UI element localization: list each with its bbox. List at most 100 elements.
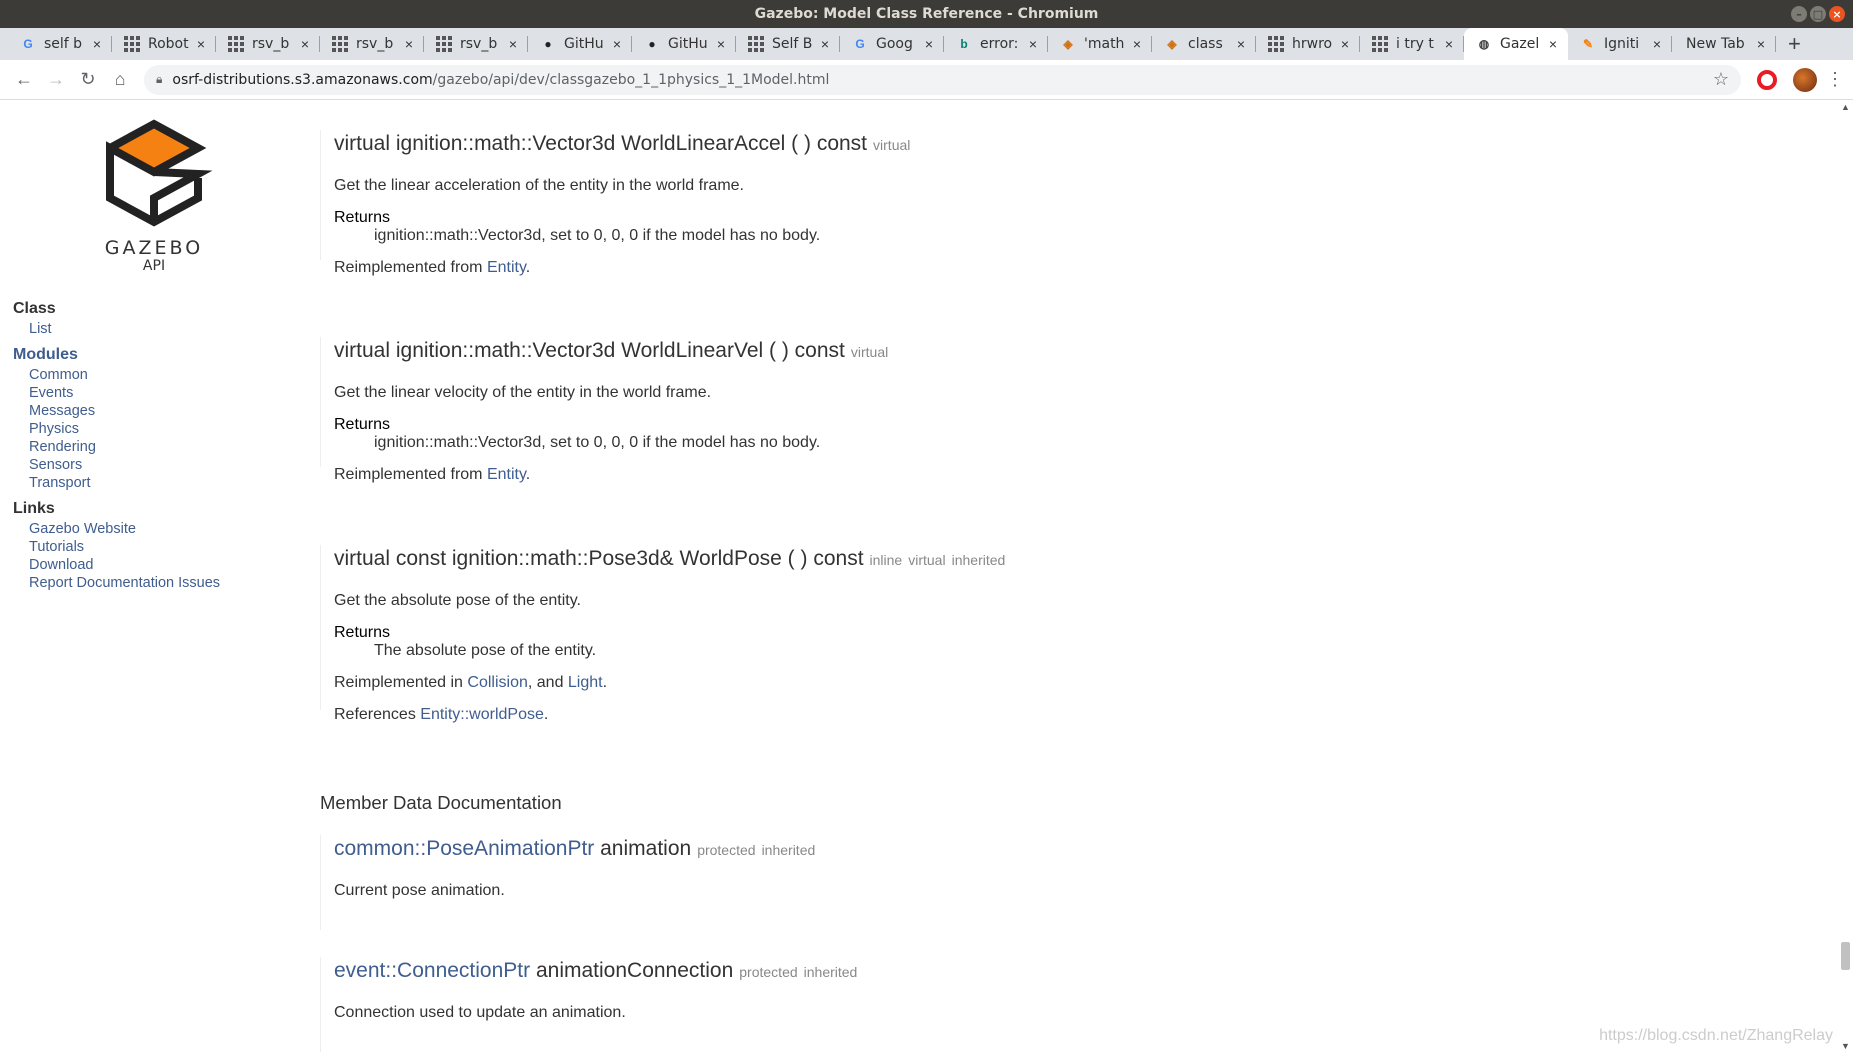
references: References Entity::worldPose. [334, 706, 549, 723]
sidebar-module-link-2[interactable]: Messages [29, 402, 220, 420]
sidebar-module-link-4[interactable]: Rendering [29, 438, 220, 456]
tab[interactable]: ◈ class × [1152, 28, 1256, 60]
tab[interactable]: ◍ Gazel × [1464, 28, 1568, 60]
modules-heading[interactable]: Modules [13, 344, 220, 366]
gazebo-logo[interactable]: GAZEBO API [94, 116, 214, 273]
sidebar-module-link-5[interactable]: Sensors [29, 456, 220, 474]
tab-close-icon[interactable]: × [818, 36, 832, 52]
member-tag: inline [869, 552, 903, 568]
google-translate-icon: G [855, 37, 865, 51]
tab-close-icon[interactable]: × [610, 36, 624, 52]
member-function-block: virtual ignition::math::Vector3d WorldLi… [320, 337, 1720, 483]
tab-label: Igniti [1604, 36, 1640, 52]
back-icon[interactable]: ← [8, 64, 40, 96]
maximize-icon[interactable]: □ [1810, 6, 1826, 22]
browser-toolbar: ← → ↻ ⌂ 🔒︎ osrf-distributions.s3.amazona… [0, 60, 1853, 100]
tab-close-icon[interactable]: × [506, 36, 520, 52]
close-icon[interactable]: × [1829, 6, 1845, 22]
tab[interactable]: Gself b × [8, 28, 112, 60]
member-tag: inherited [761, 842, 816, 858]
forward-icon[interactable]: → [40, 64, 72, 96]
entity-worldpose-link[interactable]: Entity::worldPose [420, 706, 544, 723]
member-description: Get the linear acceleration of the entit… [334, 177, 744, 194]
tab-label: rsv_b [356, 36, 394, 52]
tab[interactable]: b error: × [944, 28, 1048, 60]
tab-close-icon[interactable]: × [402, 36, 416, 52]
scroll-down-icon[interactable]: ▼ [1841, 1041, 1850, 1051]
reimplemented-in: Reimplemented in Collision, and Light. [334, 674, 608, 691]
home-icon[interactable]: ⌂ [104, 64, 136, 96]
entity-link[interactable]: Entity [487, 466, 526, 483]
pose-animation-ptr-link[interactable]: common::PoseAnimationPtr [334, 837, 594, 860]
class-heading: Class [13, 300, 56, 317]
new-tab-icon[interactable]: + [1776, 28, 1813, 60]
sidebar-module-link-3[interactable]: Physics [29, 420, 220, 438]
member-tag: virtual [873, 137, 911, 153]
profile-avatar[interactable] [1793, 67, 1817, 92]
tab[interactable]: rsv_b × [424, 28, 528, 60]
tab[interactable]: G Goog × [840, 28, 944, 60]
entity-link[interactable]: Entity [487, 259, 526, 276]
tab-label: Goog [876, 36, 913, 52]
tab-label: i try t [1396, 36, 1434, 52]
tab-close-icon[interactable]: × [1026, 36, 1040, 52]
returns-label: Returns [334, 624, 391, 641]
tab[interactable]: ● GitHu × [528, 28, 632, 60]
tab-close-icon[interactable]: × [1130, 36, 1144, 52]
tab[interactable]: i try t × [1360, 28, 1464, 60]
tab[interactable]: Self B × [736, 28, 840, 60]
tab[interactable]: rsv_b × [216, 28, 320, 60]
bing-icon: b [960, 37, 968, 51]
page-scrollbar[interactable]: ▲ ▼ [1838, 100, 1853, 1053]
tab[interactable]: hrwro × [1256, 28, 1360, 60]
member-tag: protected [739, 964, 798, 980]
scroll-up-icon[interactable]: ▲ [1841, 102, 1850, 112]
reload-icon[interactable]: ↻ [72, 64, 104, 96]
sidebar-module-link-6[interactable]: Transport [29, 474, 220, 492]
tab-close-icon[interactable]: × [1338, 36, 1352, 52]
light-link[interactable]: Light [568, 674, 603, 691]
tab-label: GitHu [564, 36, 604, 52]
tab[interactable]: New Tab × [1672, 28, 1776, 60]
extension-icon[interactable] [1757, 69, 1777, 90]
member-function-block: virtual const ignition::math::Pose3d& Wo… [320, 545, 1720, 723]
sidebar-module-link-0[interactable]: Common [29, 366, 220, 384]
member-data-heading: Member Data Documentation [320, 792, 562, 813]
tab-close-icon[interactable]: × [1234, 36, 1248, 52]
collision-link[interactable]: Collision [467, 674, 527, 691]
tab-close-icon[interactable]: × [1650, 36, 1664, 52]
tab-close-icon[interactable]: × [298, 36, 312, 52]
reimplemented-from: Reimplemented from Entity. [334, 259, 531, 276]
data-member-description: Connection used to update an animation. [334, 1004, 626, 1021]
tab-close-icon[interactable]: × [1546, 36, 1560, 52]
minimize-icon[interactable]: – [1791, 6, 1807, 22]
returns-value: The absolute pose of the entity. [374, 642, 597, 659]
tab[interactable]: Robot × [112, 28, 216, 60]
tab[interactable]: ◈ 'math × [1048, 28, 1152, 60]
address-bar[interactable]: 🔒︎ osrf-distributions.s3.amazonaws.com/g… [144, 64, 1741, 95]
sidebar-class-link-0[interactable]: List [29, 320, 220, 338]
tab[interactable]: ● GitHu × [632, 28, 736, 60]
tab-label: self b [44, 36, 83, 52]
menu-icon[interactable]: ⋮ [1825, 69, 1845, 90]
tab-close-icon[interactable]: × [922, 36, 936, 52]
tab-close-icon[interactable]: × [1442, 36, 1456, 52]
external-links: Gazebo Website Tutorials Download Report Do… [13, 520, 220, 592]
sidebar-external-link-0[interactable]: Gazebo Website [29, 520, 220, 538]
sidebar-external-link-1[interactable]: Tutorials [29, 538, 220, 556]
apps-grid-icon [1268, 36, 1284, 52]
sidebar-module-link-1[interactable]: Events [29, 384, 220, 402]
tab-close-icon[interactable]: × [714, 36, 728, 52]
bookmark-star-icon[interactable]: ☆ [1713, 69, 1729, 90]
member-tag: protected [697, 842, 756, 858]
tab-close-icon[interactable]: × [194, 36, 208, 52]
connection-ptr-link[interactable]: event::ConnectionPtr [334, 959, 530, 982]
sidebar-external-link-3[interactable]: Report Documentation Issues [29, 574, 220, 592]
apps-grid-icon [436, 36, 452, 52]
tab-close-icon[interactable]: × [1754, 36, 1768, 52]
tab-close-icon[interactable]: × [90, 36, 104, 52]
tab[interactable]: ✎ Igniti × [1568, 28, 1672, 60]
scroll-thumb[interactable] [1841, 942, 1850, 970]
tab[interactable]: rsv_b × [320, 28, 424, 60]
sidebar-external-link-2[interactable]: Download [29, 556, 220, 574]
